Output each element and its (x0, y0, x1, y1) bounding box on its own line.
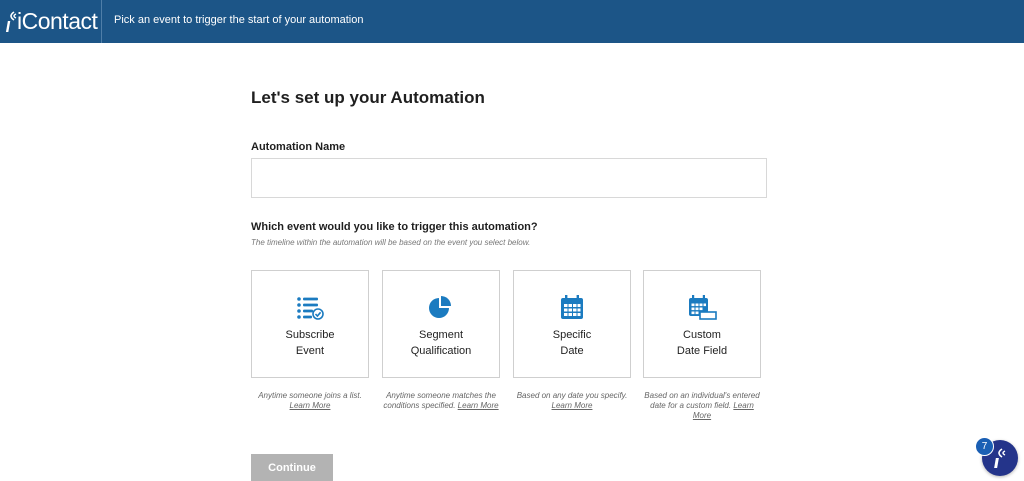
specific-date-card[interactable]: Specific Date (513, 270, 631, 378)
continue-button[interactable]: Continue (251, 454, 333, 481)
logo-text: iContact (17, 8, 98, 34)
custom-date-field-card[interactable]: Custom Date Field (643, 270, 761, 378)
card-label: Custom Date Field (676, 329, 728, 357)
calendar-icon (561, 295, 583, 319)
subscribe-event-card[interactable]: Subscribe Event (251, 270, 369, 378)
trigger-question: Which event would you like to trigger th… (251, 221, 538, 233)
automation-name-input[interactable] (251, 158, 767, 198)
automation-name-label: Automation Name (251, 141, 346, 153)
subscribe-event-description: Anytime someone joins a list. Learn More (258, 391, 362, 410)
icontact-logo[interactable]: iContact (0, 0, 102, 43)
header-title: Pick an event to trigger the start of yo… (114, 14, 364, 26)
segment-qualification-description: Anytime someone matches the conditions s… (383, 391, 499, 410)
calendar-field-icon (689, 295, 717, 320)
trigger-hint: The timeline within the automation will … (251, 238, 531, 247)
learn-more-link[interactable]: Learn More (290, 401, 331, 410)
notification-badge: 7 (975, 437, 994, 456)
card-label: Subscribe Event (285, 329, 335, 357)
top-bar: iContact Pick an event to trigger the st… (0, 0, 1024, 43)
custom-date-field-description: Based on an individual's entered date fo… (644, 391, 760, 420)
specific-date-description: Based on any date you specify. Learn Mor… (516, 391, 628, 410)
signal-icon (5, 10, 17, 32)
pie-chart-icon (429, 296, 451, 318)
list-check-icon (297, 297, 324, 320)
card-label: Segment Qualification (410, 329, 472, 357)
learn-more-link[interactable]: Learn More (552, 401, 593, 410)
segment-qualification-card[interactable]: Segment Qualification (382, 270, 500, 378)
learn-more-link[interactable]: Learn More (458, 401, 499, 410)
page-title: Let's set up your Automation (251, 88, 485, 107)
card-label: Specific Date (552, 329, 592, 357)
